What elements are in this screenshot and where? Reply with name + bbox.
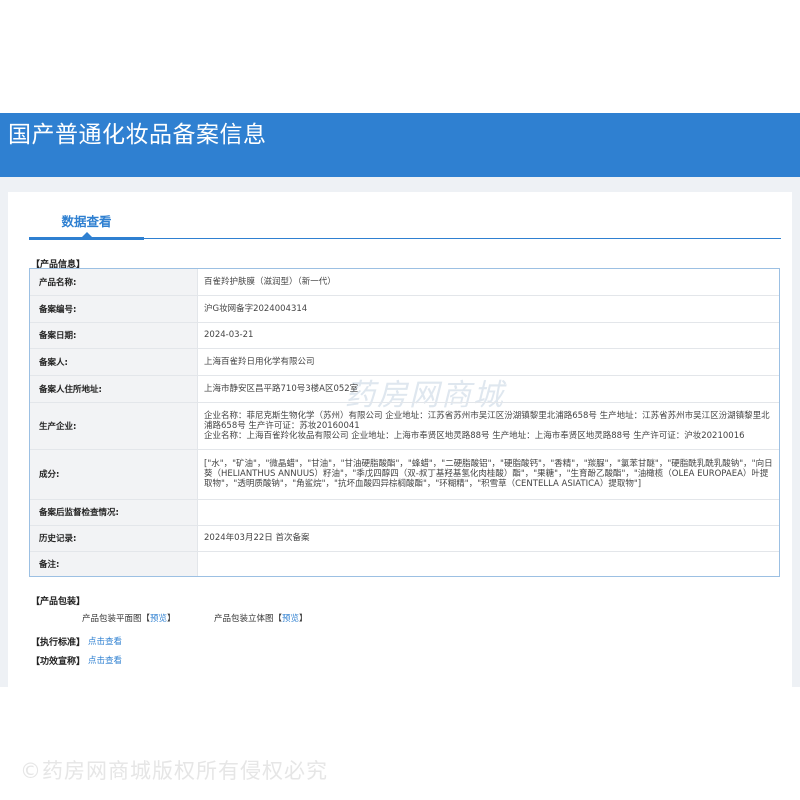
row-value-remarks xyxy=(198,551,780,576)
row-value-product-name: 百雀羚护肤膜（滋润型）（新一代） xyxy=(197,269,779,296)
row-key-ingredients: 成分: xyxy=(30,449,198,500)
row-value-record-date: 2024-03-21 xyxy=(197,322,779,349)
preview-solid-link[interactable]: 预览 xyxy=(282,614,299,624)
row-key-product-name: 产品名称: xyxy=(30,269,198,296)
background-strip-left xyxy=(0,177,8,687)
page-title: 国产普通化妆品备案信息 xyxy=(8,122,267,148)
table-row: 备注: xyxy=(30,551,779,576)
row-value-supervision xyxy=(197,499,779,526)
tab-active-indicator xyxy=(29,237,144,240)
table-row: 成分: ["水"，"矿油"，"微晶蜡"，"甘油"，"甘油硬脂酸酯"，"蜂蜡"，"… xyxy=(30,449,779,500)
section-label-packaging: 【产品包装】 xyxy=(31,597,86,607)
row-value-ingredients: ["水"，"矿油"，"微晶蜡"，"甘油"，"甘油硬脂酸酯"，"蜂蜡"，"二硬脂酸… xyxy=(197,449,779,500)
section-label-efficacy: 【功效宣称】 xyxy=(31,657,86,667)
bracket-open: 【 xyxy=(141,614,151,624)
row-value-registrant-address: 上海市静安区昌平路710号3楼A区052室 xyxy=(197,375,779,403)
preview-flat-link[interactable]: 预览 xyxy=(150,614,167,624)
standard-view-link[interactable]: 点击查看 xyxy=(88,635,122,647)
table-row: 备案人住所地址: 上海市静安区昌平路710号3楼A区052室 xyxy=(30,375,779,403)
background-strip-right xyxy=(792,177,800,687)
row-value-registrant: 上海百雀羚日用化学有限公司 xyxy=(197,348,779,376)
efficacy-view-link[interactable]: 点击查看 xyxy=(88,654,122,666)
background-strip xyxy=(0,177,800,192)
bracket-open: 【 xyxy=(273,614,283,624)
row-key-manufacturer: 生产企业: xyxy=(30,402,198,450)
row-value-history: 2024年03月22日 首次备案 xyxy=(197,525,779,552)
header-banner: 国产普通化妆品备案信息 xyxy=(0,113,800,177)
bracket-close: 】 xyxy=(167,614,176,624)
product-info-table: 产品名称: 百雀羚护肤膜（滋润型）（新一代） 备案编号: 沪G妆网备字20240… xyxy=(29,268,780,577)
packaging-flat: 产品包装平面图【预览】 xyxy=(82,612,176,624)
row-key-record-number: 备案编号: xyxy=(30,295,198,323)
row-key-record-date: 备案日期: xyxy=(30,322,198,349)
table-row: 备案后监督检查情况: xyxy=(30,499,779,526)
packaging-flat-label: 产品包装平面图 xyxy=(82,614,142,624)
table-row: 产品名称: 百雀羚护肤膜（滋润型）（新一代） xyxy=(30,269,779,296)
row-value-record-number: 沪G妆网备字2024004314 xyxy=(197,295,779,323)
section-label-standard: 【执行标准】 xyxy=(31,638,86,648)
row-key-registrant-address: 备案人住所地址: xyxy=(30,375,198,403)
table-row: 备案人: 上海百雀羚日用化学有限公司 xyxy=(30,348,779,376)
row-key-history: 历史记录: xyxy=(30,525,198,552)
row-key-remarks: 备注: xyxy=(30,551,198,576)
row-key-registrant: 备案人: xyxy=(30,348,198,376)
row-key-supervision: 备案后监督检查情况: xyxy=(30,499,198,526)
bracket-close: 】 xyxy=(299,614,308,624)
table-row: 备案日期: 2024-03-21 xyxy=(30,322,779,349)
watermark-bottom: ©药房网商城版权所有侵权必究 xyxy=(20,759,328,783)
table-row: 历史记录: 2024年03月22日 首次备案 xyxy=(30,525,779,552)
packaging-solid: 产品包装立体图【预览】 xyxy=(214,612,308,624)
packaging-solid-label: 产品包装立体图 xyxy=(214,614,274,624)
row-value-manufacturer: 企业名称：菲尼克斯生物化学（苏州）有限公司 企业地址：江苏省苏州市吴江区汾湖镇黎… xyxy=(197,402,779,450)
table-row: 备案编号: 沪G妆网备字2024004314 xyxy=(30,295,779,323)
table-row: 生产企业: 企业名称：菲尼克斯生物化学（苏州）有限公司 企业地址：江苏省苏州市吴… xyxy=(30,402,779,450)
caret-up-icon xyxy=(82,232,92,237)
